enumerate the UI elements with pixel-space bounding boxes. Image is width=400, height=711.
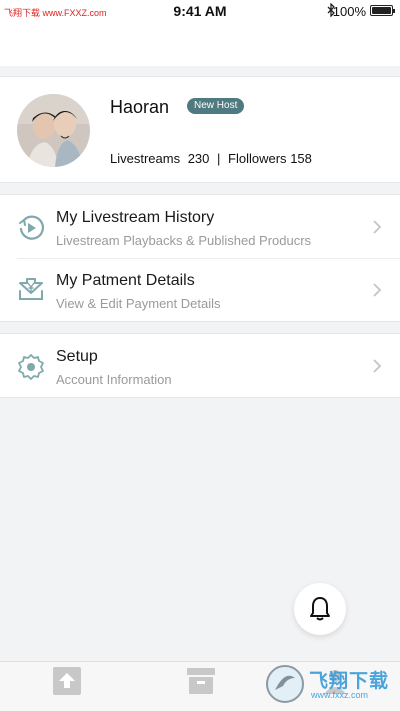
- menu-title-livestream-history: My Livestream History: [56, 209, 215, 226]
- chevron-right-icon: [373, 220, 382, 234]
- yen-download-icon: [19, 278, 43, 300]
- chevron-right-icon: [373, 359, 382, 373]
- avatar[interactable]: [17, 94, 90, 167]
- battery-icon: [370, 5, 395, 16]
- menu-subtitle-payment-details: View & Edit Payment Details: [56, 296, 221, 311]
- upload-icon[interactable]: [52, 666, 82, 696]
- menu-title-payment-details: My Patment Details: [56, 272, 195, 289]
- profile-name: Haoran: [110, 97, 170, 117]
- menu-group-account: My Livestream History Livestream Playbac…: [0, 194, 400, 322]
- followers-label: Flollowers: [228, 151, 287, 166]
- menu-item-livestream-history[interactable]: My Livestream History Livestream Playbac…: [0, 195, 400, 258]
- stats-separator: |: [217, 151, 221, 166]
- battery-percent: 100%: [332, 4, 366, 19]
- livestreams-label: Livestreams: [110, 151, 181, 166]
- menu-subtitle-setup: Account Information: [56, 372, 172, 387]
- navigation-bar: [0, 22, 400, 66]
- profile-stats: Livestreams 230 | Flollowers 158: [110, 151, 312, 166]
- profile-card[interactable]: Haoran New Host Livestreams 230 | Flollo…: [0, 76, 400, 183]
- menu-item-setup[interactable]: Setup Account Information: [0, 334, 400, 397]
- followers-count: 158: [290, 151, 312, 166]
- livestreams-count: 230: [187, 151, 210, 166]
- watermark: 飞翔下载 www.fxxz.com: [265, 664, 395, 704]
- bell-icon: [310, 597, 330, 621]
- menu-title-setup: Setup: [56, 348, 98, 365]
- chevron-right-icon: [373, 283, 382, 297]
- watermark-logo: [266, 665, 304, 703]
- status-bar: 飞翔下载 www.FXXZ.com 9:41 AM 100%: [0, 0, 400, 22]
- host-badge: New Host: [187, 98, 245, 114]
- notification-button[interactable]: [294, 583, 346, 635]
- menu-group-settings: Setup Account Information: [0, 333, 400, 398]
- menu-subtitle-livestream-history: Livestream Playbacks & Published Producr…: [56, 233, 312, 248]
- watermark-url: www.fxxz.com: [311, 690, 369, 700]
- menu-item-payment-details[interactable]: My Patment Details View & Edit Payment D…: [0, 258, 400, 321]
- watermark-title: 飞翔下载: [309, 670, 390, 692]
- play-history-icon: [19, 215, 44, 240]
- gear-icon: [18, 354, 44, 380]
- store-icon[interactable]: [186, 666, 216, 696]
